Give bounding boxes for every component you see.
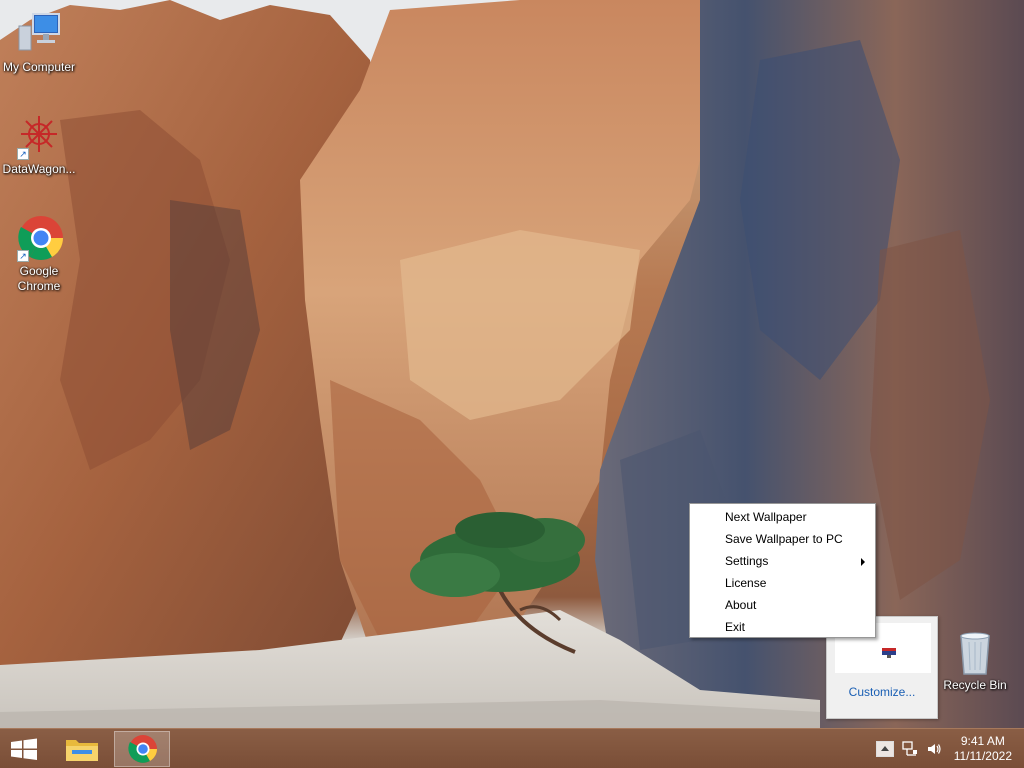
menu-item-about[interactable]: About <box>690 594 875 616</box>
menu-item-label: License <box>725 576 767 590</box>
menu-item-exit[interactable]: Exit <box>690 616 875 638</box>
chrome-icon: ↗ <box>15 214 63 262</box>
menu-item-label: Save Wallpaper to PC <box>725 532 843 546</box>
taskbar-clock[interactable]: 9:41 AM 11/11/2022 <box>954 734 1012 764</box>
desktop-icon-datawagon[interactable]: ↗ DataWagon... <box>0 112 78 177</box>
clock-date: 11/11/2022 <box>953 749 1012 763</box>
taskbar-button-google-chrome[interactable] <box>114 731 170 767</box>
desktop-icon-label: Google Chrome <box>17 264 61 293</box>
menu-item-label: Next Wallpaper <box>725 510 807 524</box>
desktop-icon-label: Recycle Bin <box>943 678 1007 692</box>
menu-item-settings[interactable]: Settings <box>690 550 875 572</box>
customize-link[interactable]: Customize... <box>827 685 937 699</box>
clock-time: 9:41 AM <box>960 734 1005 748</box>
datawagon-icon: ↗ <box>15 112 63 160</box>
tray-context-menu: Next Wallpaper Save Wallpaper to PC Sett… <box>689 503 876 638</box>
shortcut-arrow-icon: ↗ <box>17 250 29 262</box>
desktop-icon-label: DataWagon... <box>2 162 76 176</box>
desktop-icon-label: My Computer <box>2 60 76 74</box>
menu-item-label: About <box>725 598 757 612</box>
windows-logo-icon <box>11 738 37 760</box>
menu-item-next-wallpaper[interactable]: Next Wallpaper <box>690 506 875 528</box>
computer-icon <box>15 10 63 58</box>
show-hidden-icons-icon[interactable] <box>876 741 894 757</box>
system-tray: 9:41 AM 11/11/2022 <box>864 729 1024 768</box>
desktop-icon-my-computer[interactable]: My Computer <box>0 10 78 75</box>
submenu-arrow-icon <box>861 558 865 566</box>
folder-icon <box>66 740 98 761</box>
desktop-icon-recycle-bin[interactable]: Recycle Bin <box>936 630 1014 693</box>
chrome-icon <box>128 735 157 763</box>
desktop-icon-google-chrome[interactable]: ↗ Google Chrome <box>0 214 78 294</box>
menu-item-license[interactable]: License <box>690 572 875 594</box>
shortcut-arrow-icon: ↗ <box>17 148 29 160</box>
taskbar-button-file-explorer[interactable] <box>54 731 110 767</box>
menu-item-label: Exit <box>725 620 746 634</box>
menu-item-label: Settings <box>725 554 769 568</box>
volume-icon[interactable] <box>926 741 942 760</box>
menu-item-save-wallpaper[interactable]: Save Wallpaper to PC <box>690 528 875 550</box>
wallpaper-app-tray-icon[interactable] <box>882 647 896 658</box>
start-button[interactable] <box>0 729 48 768</box>
network-icon[interactable] <box>902 741 918 760</box>
taskbar: 9:41 AM 11/11/2022 <box>0 728 1024 768</box>
recycle-bin-icon <box>955 630 995 676</box>
